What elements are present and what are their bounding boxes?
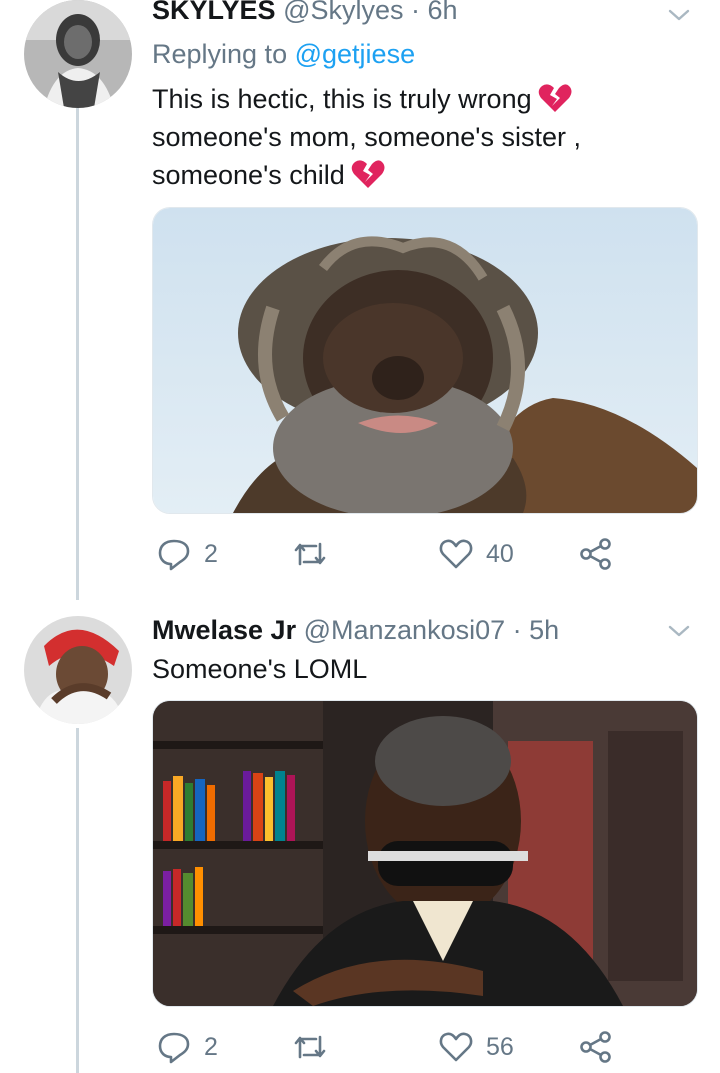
reply-button[interactable]: 2 [156, 1027, 218, 1067]
broken-heart-emoji [538, 84, 572, 112]
tweet-text-line: someone's mom, someone's sister , [152, 122, 581, 152]
tweet-text-line: Someone's LOML [152, 654, 368, 684]
retweet-button[interactable] [292, 1027, 340, 1067]
tweet-image[interactable] [152, 207, 698, 514]
display-name[interactable]: SKYLYES [152, 0, 276, 25]
reply-count: 2 [204, 539, 218, 568]
reply-icon [158, 1032, 190, 1064]
tweet-header: Mwelase Jr @Manzankosi07 · 5h [152, 614, 559, 646]
share-button[interactable] [578, 1027, 614, 1067]
mention-link[interactable]: @getjiese [295, 39, 415, 69]
chevron-down-icon[interactable] [666, 2, 692, 28]
tweet-actions: 2 56 [152, 1027, 672, 1067]
retweet-button[interactable] [292, 534, 340, 574]
tweet-actions: 2 40 [152, 534, 672, 574]
reply-count: 2 [204, 1032, 218, 1061]
tweet-text-line: someone's child [152, 156, 692, 194]
timestamp[interactable]: · 6h [411, 0, 458, 25]
handle[interactable]: @Skylyes [283, 0, 403, 25]
tweet-header: SKYLYES @Skylyes · 6h [152, 0, 458, 26]
replying-to: Replying to @getjiese [152, 38, 415, 70]
like-count: 40 [486, 539, 514, 568]
like-icon [439, 539, 473, 569]
tweet-text: This is hectic, this is truly wrong some… [152, 80, 692, 194]
share-icon [580, 1031, 611, 1063]
tweet-text-line: This is hectic, this is truly wrong [152, 80, 692, 118]
like-icon [439, 1032, 473, 1062]
retweet-icon [294, 1035, 326, 1059]
thread-line [76, 108, 79, 600]
thread-line [76, 728, 79, 1073]
reply-icon [158, 539, 190, 571]
broken-heart-emoji [351, 160, 385, 188]
handle[interactable]: @Manzankosi07 [304, 615, 506, 645]
timestamp[interactable]: · 5h [513, 615, 560, 645]
replying-label: Replying to [152, 39, 288, 69]
chevron-down-icon[interactable] [666, 618, 692, 644]
avatar[interactable] [24, 0, 132, 108]
like-count: 56 [486, 1032, 514, 1061]
tweet-text: Someone's LOML [152, 650, 692, 688]
share-button[interactable] [578, 534, 614, 574]
like-button[interactable]: 40 [438, 534, 514, 574]
tweet-image[interactable] [152, 700, 698, 1007]
avatar[interactable] [24, 616, 132, 724]
display-name[interactable]: Mwelase Jr [152, 615, 296, 645]
share-icon [580, 538, 611, 570]
like-button[interactable]: 56 [438, 1027, 514, 1067]
reply-button[interactable]: 2 [156, 534, 218, 574]
retweet-icon [294, 542, 326, 566]
